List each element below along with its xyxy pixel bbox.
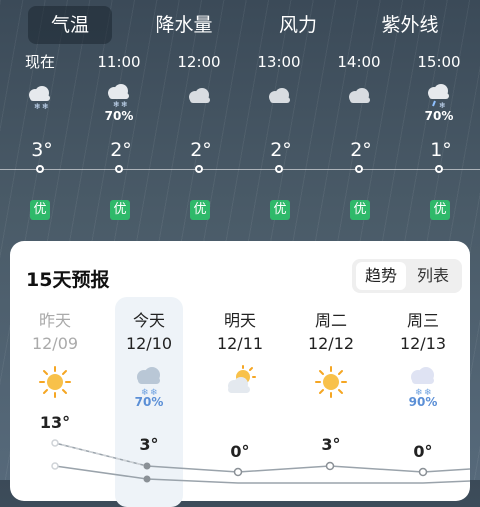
hour-precip: 70%	[424, 109, 454, 123]
temp-point	[51, 462, 59, 470]
daily-forecast-card: 15天预报 趋势 列表 昨天 今天 明天 周二 周三 12/09 12/10 1…	[10, 241, 470, 507]
day-date: 12/13	[399, 334, 447, 353]
day-name[interactable]: 周二	[286, 307, 376, 331]
hour-time: 13:00	[257, 53, 301, 71]
aqi-badge: 优	[30, 200, 50, 220]
tab-temperature[interactable]: 气温	[28, 6, 112, 44]
hour-temp: 1°	[430, 139, 452, 161]
aqi-badge: 优	[110, 200, 130, 220]
day-precip: 70%	[134, 395, 164, 409]
temperature-trend-line	[0, 169, 480, 170]
day-precip: 90%	[408, 395, 438, 409]
hour-time: 现在	[24, 53, 55, 71]
temp-point	[275, 165, 283, 173]
svg-text:❄: ❄	[42, 102, 49, 110]
hour-temp: 2°	[270, 139, 292, 161]
toggle-list[interactable]: 列表	[408, 262, 458, 290]
temp-point	[51, 439, 59, 447]
snow-cloud-icon: ❄ ❄	[104, 365, 194, 399]
day-high-temp: 13°	[39, 413, 71, 432]
svg-text:❄: ❄	[34, 102, 41, 110]
sun-icon	[286, 365, 376, 399]
hour-temp: 2°	[190, 139, 212, 161]
day-name[interactable]: 明天	[195, 307, 285, 331]
partly-cloudy-icon	[195, 365, 285, 399]
hour-precip: 70%	[104, 109, 134, 123]
hour-time: 14:00	[337, 53, 381, 71]
hour-time: 11:00	[97, 53, 141, 71]
temp-point	[143, 462, 151, 470]
aqi-badge: 优	[430, 200, 450, 220]
temp-point	[36, 165, 44, 173]
sun-icon	[10, 365, 100, 399]
card-title: 15天预报	[26, 269, 110, 291]
cloud-icon	[239, 84, 319, 108]
hour-temp: 3°	[31, 139, 53, 161]
temp-point	[435, 165, 443, 173]
daily-temp-trend	[51, 439, 470, 484]
snow-cloud-icon: ❄ ❄	[79, 84, 159, 109]
day-name[interactable]: 今天	[104, 307, 194, 331]
aqi-badge: 优	[350, 200, 370, 220]
temp-point	[115, 165, 123, 173]
tab-uv[interactable]: 紫外线	[368, 6, 452, 44]
hour-time: 12:00	[177, 53, 221, 71]
aqi-badge: 优	[190, 200, 210, 220]
day-name[interactable]: 昨天	[10, 307, 100, 331]
view-toggle: 趋势 列表	[352, 259, 462, 293]
day-date: 12/11	[216, 334, 264, 353]
temp-point	[418, 467, 428, 477]
snow-cloud-icon: ❄ ❄	[378, 365, 468, 399]
day-date: 12/09	[31, 334, 79, 353]
hour-temp: 2°	[110, 139, 132, 161]
cloud-icon	[319, 84, 399, 108]
hour-time: 15:00	[417, 53, 461, 71]
temp-point	[325, 461, 335, 471]
aqi-badge: 优	[270, 200, 290, 220]
snow-cloud-icon: ❄ ❄	[0, 84, 80, 110]
day-date: 12/12	[307, 334, 355, 353]
temp-point	[195, 165, 203, 173]
temp-point	[143, 475, 151, 483]
metric-tabs: 气温 降水量 风力 紫外线	[0, 6, 480, 44]
sleet-cloud-icon: ❄	[399, 84, 479, 110]
toggle-trend[interactable]: 趋势	[356, 262, 406, 290]
temp-point	[355, 165, 363, 173]
temp-point	[233, 467, 243, 477]
day-name[interactable]: 周三	[378, 307, 468, 331]
day-date: 12/10	[125, 334, 173, 353]
tab-precipitation[interactable]: 降水量	[142, 6, 226, 44]
hour-temp: 2°	[350, 139, 372, 161]
cloud-icon	[159, 84, 239, 108]
tab-wind[interactable]: 风力	[256, 6, 340, 44]
